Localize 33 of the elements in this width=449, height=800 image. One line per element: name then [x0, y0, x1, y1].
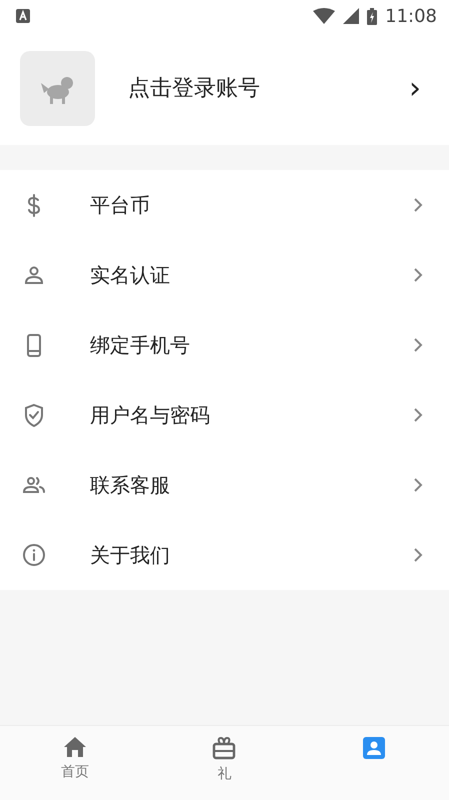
- chevron-icon: [413, 337, 423, 353]
- signal-icon: [343, 8, 360, 24]
- chevron-icon: [413, 547, 423, 563]
- battery-icon: [367, 8, 378, 24]
- menu-label: 联系客服: [90, 472, 171, 499]
- home-icon: [62, 736, 87, 758]
- login-prompt[interactable]: 点击登录账号: [128, 72, 405, 105]
- chevron-button[interactable]: ›: [405, 74, 425, 104]
- nav-tab[interactable]: 礼: [150, 726, 300, 800]
- chevron-icon: [413, 407, 423, 423]
- status-time: 11:08: [385, 4, 437, 28]
- menu-label: 平台币: [90, 192, 151, 219]
- profile-icon: [362, 736, 386, 760]
- menu-label: 实名认证: [90, 262, 171, 289]
- notification-icon: [16, 9, 30, 23]
- wifi-icon: [313, 8, 336, 24]
- menu-item[interactable]: 关于我们: [0, 520, 449, 590]
- chevron-icon: [413, 267, 423, 283]
- menu-item[interactable]: 实名认证: [0, 240, 449, 310]
- chevron-icon: [413, 197, 423, 213]
- shield-icon: [22, 402, 46, 428]
- menu-item[interactable]: 平台币: [0, 170, 449, 240]
- menu-label: 关于我们: [90, 542, 171, 569]
- menu-item[interactable]: 用户名与密码: [0, 380, 449, 450]
- nav-tab[interactable]: 首页: [0, 726, 150, 800]
- chevron-icon: [413, 477, 423, 493]
- gift-icon: [212, 736, 236, 760]
- menu-item[interactable]: 联系客服: [0, 450, 449, 520]
- info-icon: [22, 542, 46, 568]
- menu-item[interactable]: 绑定手机号: [0, 310, 449, 380]
- menu-label: 用户名与密码: [90, 402, 211, 429]
- menu-label: 绑定手机号: [90, 332, 191, 359]
- avatar[interactable]: [20, 51, 95, 126]
